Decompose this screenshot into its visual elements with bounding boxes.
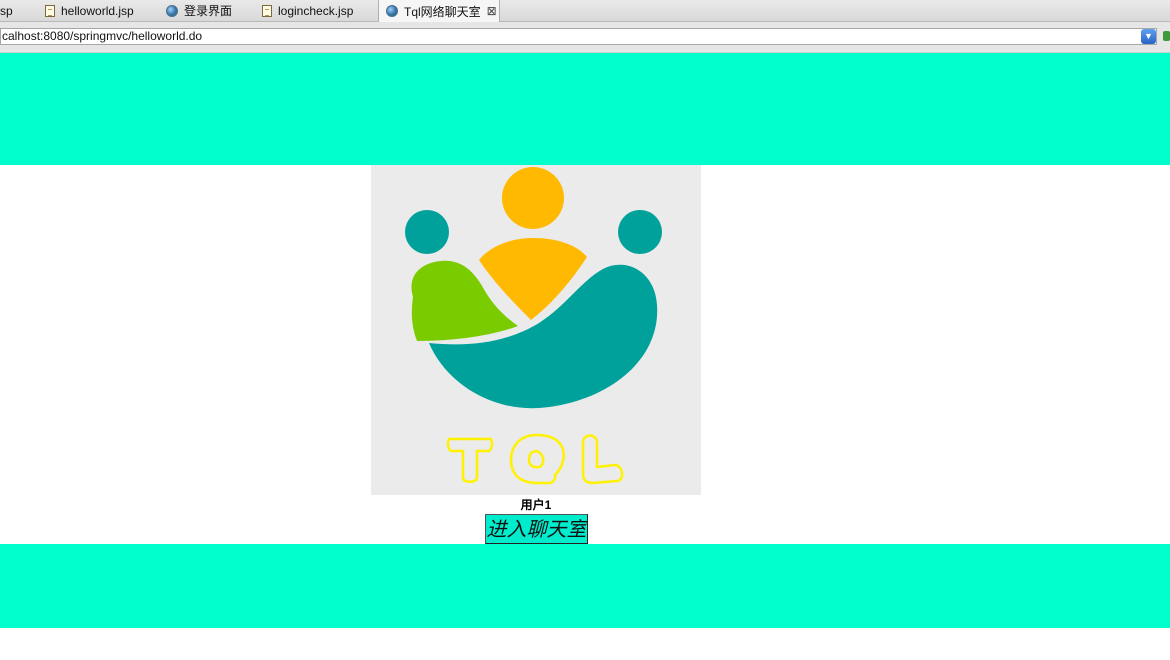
globe-icon bbox=[386, 5, 398, 17]
url-field[interactable]: calhost:8080/springmvc/helloworld.do bbox=[0, 28, 1157, 45]
close-icon[interactable]: ⊠ bbox=[487, 5, 497, 17]
tab-label: 登录界面 bbox=[184, 4, 233, 18]
tab-partial[interactable]: sp bbox=[0, 0, 40, 21]
people-logo-icon bbox=[405, 167, 662, 485]
url-text: calhost:8080/springmvc/helloworld.do bbox=[2, 29, 203, 43]
chevron-down-icon[interactable]: ▼ bbox=[1141, 29, 1156, 44]
enter-chatroom-button[interactable]: 进入聊天室 bbox=[485, 514, 588, 544]
tab-logincheck-jsp[interactable]: logincheck.jsp bbox=[262, 0, 377, 21]
tab-label: helloworld.jsp bbox=[61, 3, 134, 18]
chatroom-logo bbox=[371, 165, 701, 495]
header-band bbox=[0, 53, 1170, 165]
browser-tab-bar: sp helloworld.jsp 登录界面 logincheck.jsp Tq… bbox=[0, 0, 1170, 22]
tab-label: logincheck.jsp bbox=[278, 3, 354, 18]
address-bar: calhost:8080/springmvc/helloworld.do ▼ bbox=[0, 22, 1170, 53]
jsp-file-icon bbox=[262, 4, 272, 17]
tab-helloworld-jsp[interactable]: helloworld.jsp bbox=[45, 0, 160, 21]
tab-label: sp bbox=[0, 3, 13, 18]
footer-band bbox=[0, 544, 1170, 628]
globe-icon bbox=[166, 4, 178, 17]
tab-chatroom[interactable]: Tql网络聊天室 ⊠ bbox=[378, 0, 500, 22]
jsp-file-icon bbox=[45, 4, 55, 17]
go-icon[interactable] bbox=[1163, 31, 1170, 41]
username-label: 用户1 bbox=[520, 498, 552, 512]
tab-login-page[interactable]: 登录界面 bbox=[166, 0, 256, 21]
tab-label: Tql网络聊天室 bbox=[404, 4, 481, 19]
